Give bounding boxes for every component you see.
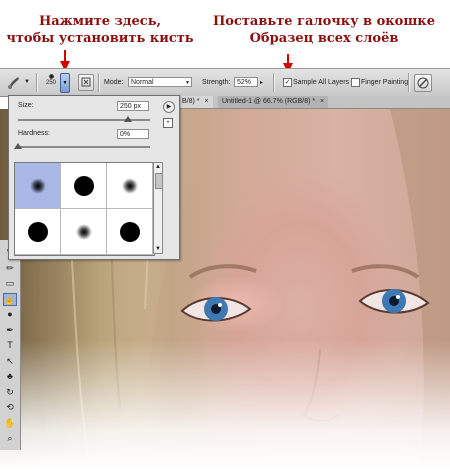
- separator: [36, 73, 38, 92]
- tab-untitled-1[interactable]: Untitled-1 @ 66.7% (RGB/8) * ×: [218, 96, 329, 108]
- bottom-fade: [0, 340, 450, 470]
- sample-all-layers-label: Sample All Layers: [293, 79, 350, 86]
- sample-all-layers-checkbox[interactable]: ✓: [283, 78, 292, 87]
- finger-painting-label: Finger Painting: [361, 79, 409, 86]
- finger-painting-checkbox[interactable]: [351, 78, 360, 87]
- separator: [408, 73, 410, 92]
- brush-panel-toggle-button[interactable]: [78, 74, 94, 91]
- tab-label: B/8) *: [182, 98, 200, 105]
- eyebrow-left: [188, 264, 257, 279]
- close-icon[interactable]: ×: [204, 98, 208, 105]
- soft-brush-tip-icon: [30, 178, 46, 194]
- brush-presets-grid: [14, 162, 155, 256]
- tab-document-1[interactable]: B/8) * ×: [178, 96, 213, 108]
- hardness-value: 0%: [120, 131, 131, 138]
- annotation-right-line1: Поставьте галочку в окошке: [213, 14, 435, 29]
- brush-preset-hard[interactable]: [61, 163, 107, 209]
- brush-preview-dot: [48, 74, 54, 79]
- pressure-tablet-button[interactable]: [414, 74, 432, 92]
- 3d-rotate-icon[interactable]: ↻: [3, 386, 17, 399]
- type-icon[interactable]: T: [3, 339, 17, 352]
- flyout-menu-button[interactable]: ▶: [163, 101, 175, 113]
- soft-brush-tip-icon: [122, 178, 138, 194]
- brush-picker-button[interactable]: ▼: [60, 73, 70, 93]
- eye-left: [180, 296, 252, 322]
- annotation-brush-picker: Нажмите здесь, чтобы установить кисть: [0, 13, 200, 47]
- smudge-icon[interactable]: ☝: [3, 292, 17, 306]
- size-slider-thumb[interactable]: [123, 116, 132, 122]
- tools-panel: ✎✏▭☝●✒T↖♣↻⟲✋⌕: [0, 240, 21, 450]
- brush-panel-icon: [81, 77, 91, 87]
- path-select-icon[interactable]: ↖: [3, 355, 17, 368]
- 3d-orbit-icon[interactable]: ⟲: [3, 401, 17, 414]
- strength-input[interactable]: 52%: [234, 77, 258, 87]
- annotation-sample-all-layers: Поставьте галочку в окошке Образец всех …: [200, 13, 448, 47]
- pencil-icon[interactable]: ✏: [3, 262, 17, 275]
- chevron-down-icon: ▼: [185, 80, 190, 86]
- chevron-down-icon: ▼: [62, 80, 68, 86]
- pen-pressure-icon: [417, 77, 429, 89]
- annotation-right-line2: Образец всех слоёв: [249, 31, 399, 46]
- hardness-slider-thumb[interactable]: [14, 143, 22, 149]
- hard-brush-tip-icon: [120, 222, 140, 242]
- hardness-label: Hardness:: [18, 130, 50, 137]
- hardness-input[interactable]: 0%: [117, 129, 149, 139]
- smudge-tool-preset-icon[interactable]: [6, 74, 22, 90]
- hand-icon[interactable]: ✋: [3, 417, 17, 430]
- hardness-slider-track[interactable]: [18, 146, 150, 148]
- brush-preset-soft[interactable]: [61, 209, 107, 255]
- shape-icon[interactable]: ♣: [3, 370, 17, 383]
- hard-brush-tip-icon: [74, 176, 94, 196]
- document-tabs: B/8) * × Untitled-1 @ 66.7% (RGB/8) * ×: [178, 96, 450, 109]
- mode-select-value: Normal: [131, 79, 154, 86]
- strength-label: Strength:: [202, 79, 231, 86]
- soft-brush-tip-icon: [76, 224, 92, 240]
- dodge-icon[interactable]: ●: [3, 308, 17, 321]
- annotation-left-line1: Нажмите здесь,: [38, 14, 162, 29]
- scroll-up-icon[interactable]: ▲: [154, 163, 162, 171]
- brush-preset-hard[interactable]: [107, 209, 153, 255]
- brush-preview-size: 250: [45, 80, 56, 86]
- strength-value: 52%: [237, 79, 252, 86]
- brush-preset-picker: Size: 250 px ▶ + Hardness: 0% ▲ ▼: [8, 95, 180, 260]
- brush-preset-soft[interactable]: [107, 163, 153, 209]
- brush-preset-soft[interactable]: [15, 163, 61, 209]
- separator: [273, 73, 275, 92]
- separator: [98, 73, 100, 92]
- eye-right: [358, 288, 430, 314]
- pen-icon[interactable]: ✒: [3, 324, 17, 337]
- new-preset-icon[interactable]: +: [163, 118, 173, 128]
- size-label: Size:: [18, 102, 34, 109]
- scroll-down-icon[interactable]: ▼: [154, 246, 162, 252]
- gradient-icon[interactable]: ▭: [3, 277, 17, 290]
- eyebrow-right: [351, 264, 420, 279]
- strength-slider-toggle[interactable]: ▸: [260, 79, 263, 86]
- chevron-down-icon[interactable]: ▼: [24, 79, 30, 85]
- size-input[interactable]: 250 px: [117, 101, 149, 111]
- presets-scrollbar[interactable]: ▲ ▼: [153, 162, 163, 254]
- scroll-thumb[interactable]: [155, 173, 163, 189]
- mode-select[interactable]: Normal ▼: [128, 77, 192, 87]
- zoom-icon[interactable]: ⌕: [3, 432, 17, 445]
- close-icon[interactable]: ×: [320, 98, 324, 105]
- brush-preset-hard[interactable]: [15, 209, 61, 255]
- brush-preview[interactable]: 250: [43, 72, 59, 92]
- size-value: 250 px: [120, 103, 142, 110]
- mode-label: Mode:: [104, 79, 124, 86]
- hard-brush-tip-icon: [28, 222, 48, 242]
- tab-label: Untitled-1 @ 66.7% (RGB/8) *: [222, 98, 316, 105]
- options-bar: ▼ 250 ▼ Mode: Normal ▼ Strength: 52% ▸ ✓…: [0, 68, 450, 97]
- annotation-left-line2: чтобы установить кисть: [6, 31, 194, 46]
